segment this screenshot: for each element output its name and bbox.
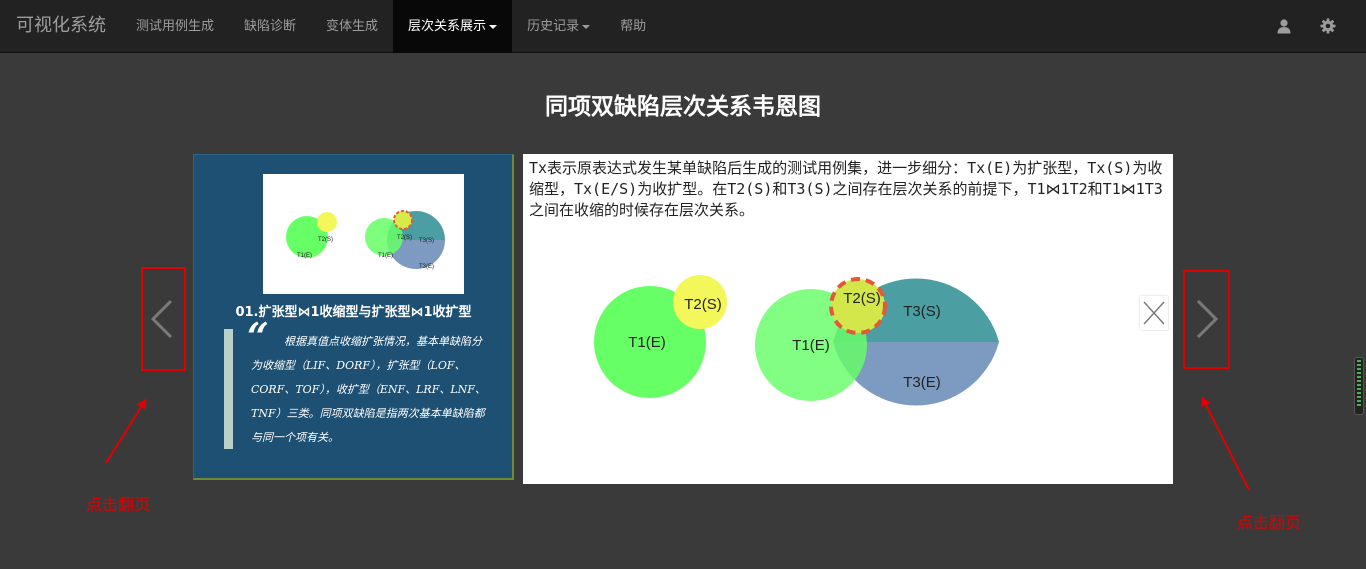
annotation-arrows xyxy=(105,396,1250,491)
annotation-arrow-right xyxy=(1201,396,1250,491)
annotation-left-text: 点击翻页 xyxy=(86,495,151,514)
scrollbar[interactable] xyxy=(1354,357,1364,415)
annotation-right-text: 点击翻页 xyxy=(1237,513,1302,532)
annotation-arrow-left xyxy=(105,398,147,464)
